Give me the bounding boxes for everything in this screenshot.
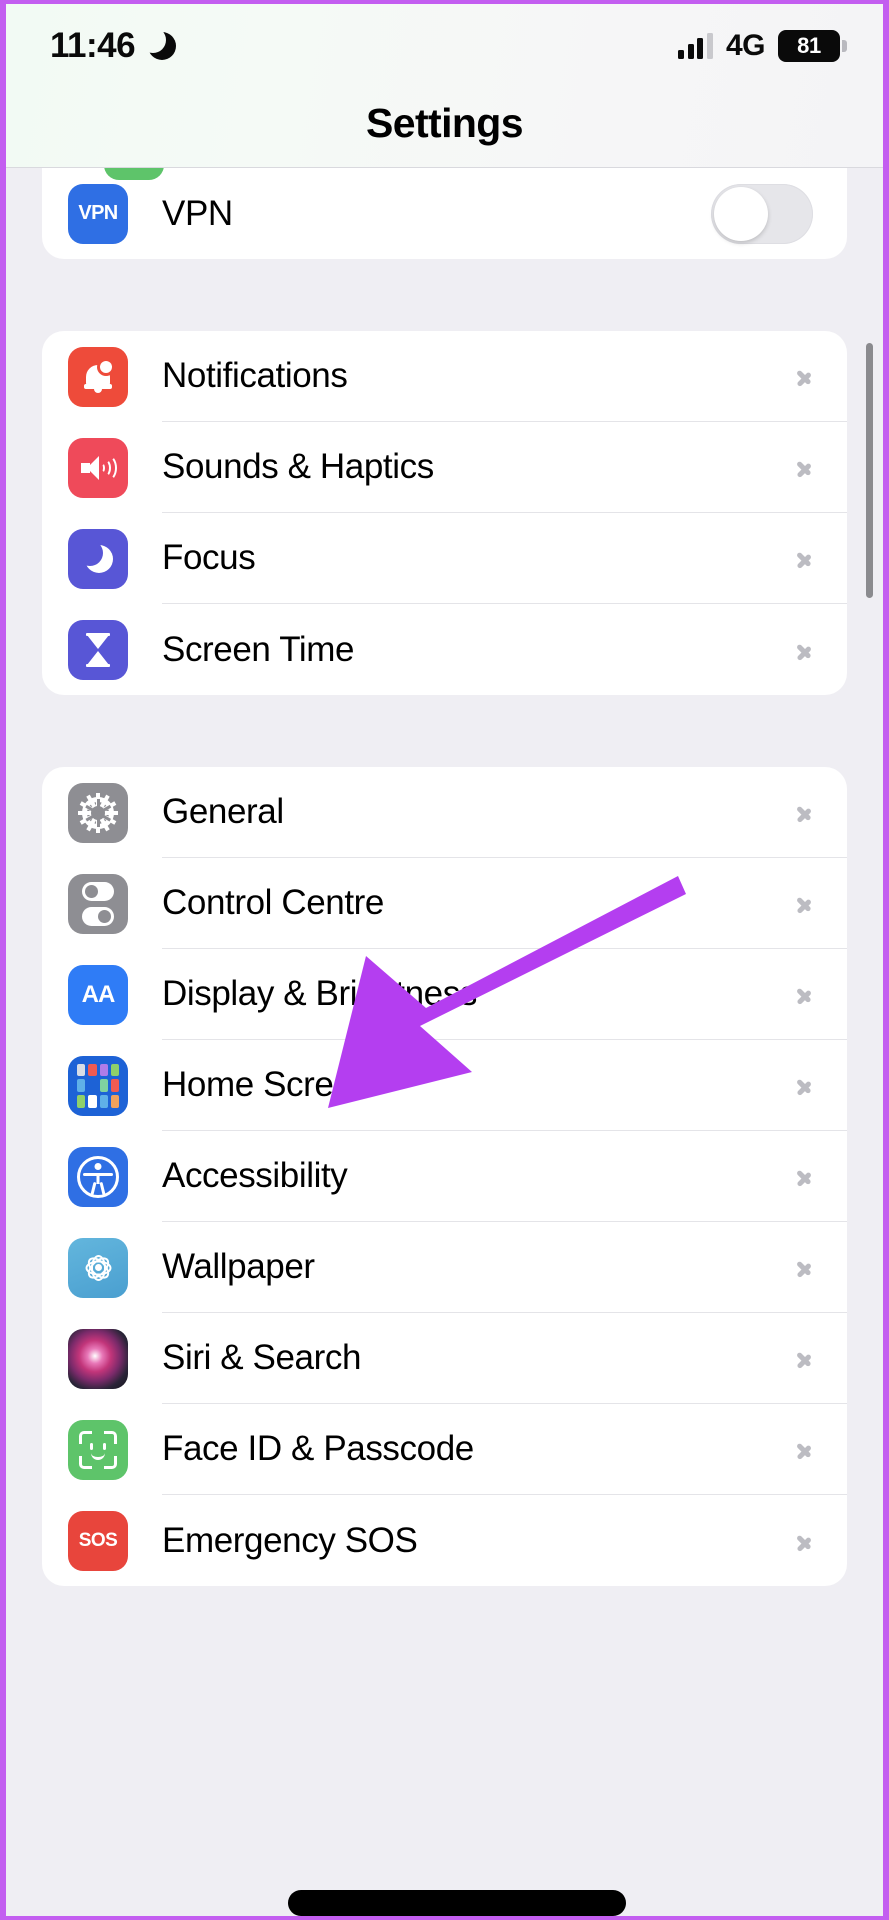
settings-row-label-siri-search: Siri & Search	[162, 1338, 362, 1377]
chevron-right-icon	[797, 362, 813, 390]
bell-icon	[68, 346, 128, 407]
hourglass-icon	[68, 619, 128, 680]
status-bar: 11:46 4G 81	[6, 4, 883, 88]
sliders-icon	[68, 873, 128, 934]
settings-row-label-display-brightness: Display & Brightness	[162, 974, 477, 1013]
settings-row-vpn[interactable]: VPN VPN	[42, 168, 847, 259]
face-id-icon-wrap	[68, 1419, 140, 1480]
settings-row-label-emergency-sos: Emergency SOS	[162, 1520, 418, 1560]
vpn-toggle[interactable]	[711, 183, 813, 244]
settings-row-label-face-id-passcode: Face ID & Passcode	[162, 1429, 474, 1468]
vpn-icon-label: VPN	[78, 202, 118, 224]
settings-scroll-view[interactable]: VPN VPN Notifications Sounds & Haptics F…	[6, 168, 883, 1916]
vertical-scrollbar[interactable]	[866, 343, 873, 598]
settings-row-label-notifications: Notifications	[162, 356, 348, 395]
settings-row-label-general: General	[162, 792, 284, 831]
settings-row-display-brightness[interactable]: AA Display & Brightness	[42, 949, 847, 1040]
chevron-right-icon	[797, 1071, 813, 1099]
notifications-icon-wrap	[68, 346, 140, 407]
settings-row-label-vpn: VPN	[162, 193, 233, 233]
navigation-header: 11:46 4G 81 Settings	[6, 4, 883, 168]
siri-icon-wrap	[68, 1328, 140, 1389]
chevron-right-icon	[797, 1344, 813, 1372]
vpn-icon-wrap: VPN	[68, 183, 140, 244]
face-id-icon	[68, 1419, 128, 1480]
battery-icon: 81	[778, 30, 847, 62]
general-icon-wrap	[68, 782, 140, 843]
gear-icon	[68, 782, 128, 843]
text-size-icon: AA	[68, 964, 128, 1025]
moon-icon	[68, 528, 128, 589]
sos-icon: SOS	[68, 1510, 128, 1571]
accessibility-icon	[68, 1146, 128, 1207]
chevron-right-icon	[797, 636, 813, 664]
settings-row-sounds-haptics[interactable]: Sounds & Haptics	[42, 422, 847, 513]
page-title: Settings	[366, 100, 524, 146]
app-grid-icon	[68, 1055, 128, 1116]
crescent-moon-icon	[140, 27, 177, 60]
settings-row-label-sounds-haptics: Sounds & Haptics	[162, 447, 434, 486]
battery-percent-label: 81	[797, 33, 821, 58]
settings-row-label-screen-time: Screen Time	[162, 629, 355, 669]
settings-row-label-wallpaper: Wallpaper	[162, 1247, 315, 1286]
speaker-icon	[68, 437, 128, 498]
siri-orb-icon	[68, 1328, 128, 1389]
focus-icon-wrap	[68, 528, 140, 589]
status-bar-left: 11:46	[50, 26, 177, 66]
status-bar-right: 4G 81	[678, 29, 847, 63]
chevron-right-icon	[797, 1435, 813, 1463]
settings-row-face-id-passcode[interactable]: Face ID & Passcode	[42, 1404, 847, 1495]
settings-row-notifications[interactable]: Notifications	[42, 331, 847, 422]
settings-group-notifications: Notifications Sounds & Haptics Focus Scr…	[42, 331, 847, 695]
sos-icon-label: SOS	[78, 1529, 118, 1551]
settings-row-general[interactable]: General	[42, 767, 847, 858]
settings-group-connectivity: VPN VPN	[42, 168, 847, 259]
vpn-toggle-knob[interactable]	[714, 186, 768, 241]
home-indicator-bar	[288, 1890, 626, 1916]
control-centre-icon-wrap	[68, 873, 140, 934]
accessibility-icon-wrap	[68, 1146, 140, 1207]
vpn-icon: VPN	[68, 183, 128, 244]
settings-row-control-centre[interactable]: Control Centre	[42, 858, 847, 949]
settings-row-focus[interactable]: Focus	[42, 513, 847, 604]
cellular-signal-icon	[678, 33, 713, 59]
chevron-right-icon	[797, 453, 813, 481]
network-type-label: 4G	[725, 29, 766, 62]
settings-row-label-home-screen: Home Screen	[162, 1065, 372, 1104]
wallpaper-icon-wrap	[68, 1237, 140, 1298]
chevron-right-icon	[797, 980, 813, 1008]
text-size-icon-label: AA	[81, 980, 116, 1008]
settings-row-home-screen[interactable]: Home Screen	[42, 1040, 847, 1131]
chevron-right-icon	[797, 1527, 813, 1555]
display-icon-wrap: AA	[68, 964, 140, 1025]
sos-icon-wrap: SOS	[68, 1510, 140, 1571]
sounds-icon-wrap	[68, 437, 140, 498]
settings-row-accessibility[interactable]: Accessibility	[42, 1131, 847, 1222]
settings-row-emergency-sos[interactable]: SOS Emergency SOS	[42, 1495, 847, 1586]
settings-row-wallpaper[interactable]: Wallpaper	[42, 1222, 847, 1313]
settings-row-siri-search[interactable]: Siri & Search	[42, 1313, 847, 1404]
phone-screenshot-frame: 11:46 4G 81 Settings VPN VPN Notificatio…	[0, 0, 889, 1920]
chevron-right-icon	[797, 1162, 813, 1190]
settings-row-screen-time[interactable]: Screen Time	[42, 604, 847, 695]
home-screen-icon-wrap	[68, 1055, 140, 1116]
chevron-right-icon	[797, 544, 813, 572]
flower-icon	[68, 1237, 128, 1298]
chevron-right-icon	[797, 889, 813, 917]
settings-row-label-control-centre: Control Centre	[162, 883, 385, 922]
chevron-right-icon	[797, 1253, 813, 1281]
settings-row-label-focus: Focus	[162, 538, 256, 577]
settings-group-system: General Control Centre AA Display & Brig…	[42, 767, 847, 1586]
status-clock: 11:46	[50, 26, 136, 65]
chevron-right-icon	[797, 798, 813, 826]
screen-time-icon-wrap	[68, 619, 140, 680]
settings-row-label-accessibility: Accessibility	[162, 1156, 348, 1195]
